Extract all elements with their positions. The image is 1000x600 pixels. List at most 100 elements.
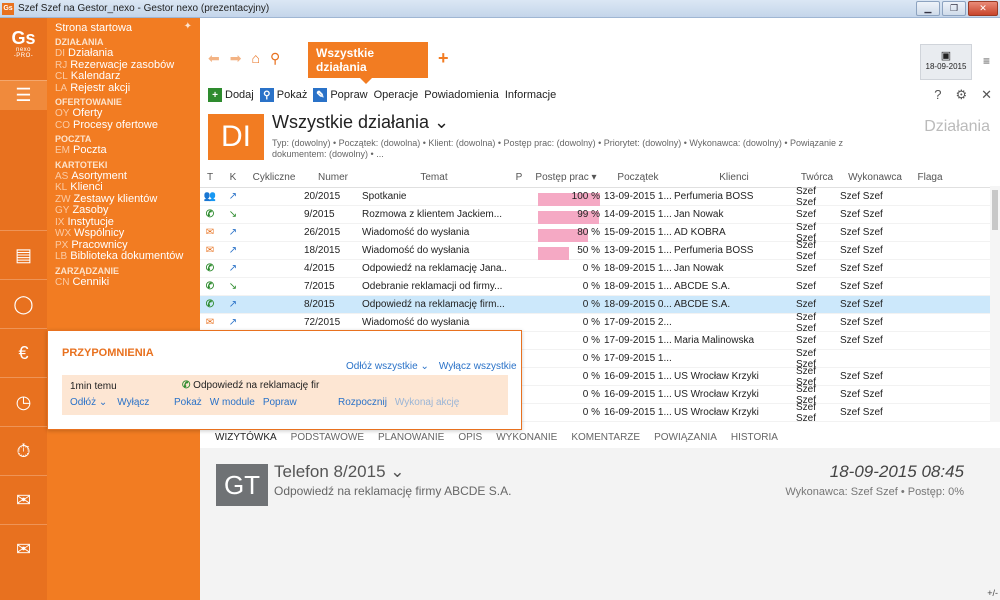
nav-start-page[interactable]: Strona startowa (55, 22, 200, 34)
nav-item-label: Poczta (73, 144, 107, 156)
reminders-title: PRZYPOMNIENIA (62, 347, 154, 359)
nav-item[interactable]: CO Procesy ofertowe (55, 119, 200, 132)
home-icon[interactable]: ⌂ (251, 50, 259, 67)
add-tab-icon[interactable]: + (438, 48, 449, 69)
nav-item[interactable]: CN Cenniki (55, 276, 200, 289)
page-title[interactable]: Wszystkie działania ⌄ (272, 112, 449, 133)
forward-arrow-icon[interactable]: ➡ (230, 50, 242, 67)
detail-tab[interactable]: KOMENTARZE (571, 432, 640, 443)
col-flag[interactable]: Flaga (910, 172, 950, 183)
detail-tab[interactable]: POWIĄZANIA (654, 432, 717, 443)
start-cell: 18-09-2015 1... (604, 263, 672, 274)
detail-tab[interactable]: WYKONANIE (496, 432, 557, 443)
table-row[interactable]: ✆ ↗ 4/2015 Odpowiedź na reklamację Jana... 0… (200, 260, 1000, 278)
table-row[interactable]: ✉ ↗ 26/2015 Wiadomość do wysłania 80 % 15-09-… (200, 222, 1000, 244)
snooze-link[interactable]: Odłóż ⌄ (70, 397, 107, 408)
executor-cell: Szef Szef (840, 317, 883, 328)
do-action-link[interactable]: Wykonaj akcję (395, 397, 459, 408)
mail-icon: ✉ (205, 227, 215, 238)
close-window-button[interactable]: ✕ (968, 1, 998, 16)
in-module-link[interactable]: W module (210, 397, 255, 408)
app-menu-icon[interactable]: ≡ (983, 54, 990, 68)
detail-title[interactable]: Telefon 8/2015 ⌄ (274, 462, 405, 482)
detail-tab[interactable]: WIZYTÓWKA (215, 432, 277, 443)
mail-icon[interactable]: ✉ (0, 524, 47, 573)
detail-tab[interactable]: HISTORIA (731, 432, 778, 443)
notifications-menu[interactable]: Powiadomienia (424, 89, 499, 101)
info-menu[interactable]: Informacje (505, 89, 556, 101)
detail-tab[interactable]: OPIS (458, 432, 482, 443)
detail-tab[interactable]: PLANOWANIE (378, 432, 444, 443)
app-logo: Gs nexo -PRO- (11, 28, 36, 59)
snooze-all-link[interactable]: Odłóż wszystkie ⌄ (346, 361, 429, 372)
check-icon[interactable]: ◯ (0, 279, 47, 328)
show-link[interactable]: Pokaż (174, 397, 202, 408)
documents-icon[interactable]: ▤ (0, 230, 47, 279)
expand-toggle[interactable]: +/- (987, 588, 998, 598)
creator-cell: Szef (796, 299, 817, 310)
help-icon[interactable]: ? (934, 87, 941, 103)
menu-toggle-icon[interactable]: ☰ (0, 80, 47, 110)
client-cell: Jan Nowak (674, 263, 724, 274)
col-executor[interactable]: Wykonawca (838, 172, 910, 183)
col-cyclic[interactable]: Cykliczne (246, 172, 302, 183)
currency-icon[interactable]: € (0, 328, 47, 377)
subject-cell: Wiadomość do wysłania (362, 317, 470, 328)
nav-item-code: LA (55, 82, 68, 94)
progress-cell: 0 % (532, 299, 602, 310)
settings-gear-icon[interactable]: ⚙ (955, 87, 967, 103)
close-tab-icon[interactable]: ✕ (981, 87, 992, 103)
table-row[interactable]: ✆ ↗ 8/2015 Odpowiedź na reklamację firm... 0… (200, 296, 1000, 314)
col-priority[interactable]: P (506, 172, 532, 183)
col-subject[interactable]: Temat (362, 172, 506, 183)
start-cell: 16-09-2015 1... (604, 407, 672, 418)
stopwatch-icon[interactable]: ⏱ (0, 426, 47, 475)
scroll-thumb[interactable] (992, 190, 998, 230)
nav-item[interactable]: LA Rejestr akcji (55, 82, 200, 95)
nav-item-code: OY (55, 108, 70, 119)
date-widget[interactable]: ▣ 18-09-2015 (920, 44, 972, 80)
mail-send-icon[interactable]: ✉ (0, 475, 47, 524)
edit-button[interactable]: ✎ Popraw (313, 88, 368, 102)
table-row[interactable]: ✆ ↘ 9/2015 Rozmowa z klientem Jackiem... 99 … (200, 206, 1000, 224)
disable-link[interactable]: Wyłącz (117, 397, 149, 408)
outgoing-arrow-icon: ↗ (228, 191, 238, 202)
start-link[interactable]: Rozpocznij (338, 397, 387, 408)
operations-menu[interactable]: Operacje (374, 89, 419, 101)
tab-all-actions[interactable]: Wszystkie działania (308, 42, 428, 84)
nav-item-label: Kalendarz (70, 70, 121, 82)
nav-item[interactable]: EM Poczta (55, 144, 200, 157)
creator-cell: Szef (796, 263, 817, 274)
col-clients[interactable]: Klienci (672, 172, 794, 183)
outgoing-arrow-icon: ↗ (228, 245, 238, 256)
col-creator[interactable]: Twórca (794, 172, 838, 183)
table-row[interactable]: ✉ ↗ 18/2015 Wiadomość do wysłania 50 % 13-09-… (200, 240, 1000, 262)
col-direction[interactable]: K (220, 172, 246, 183)
back-arrow-icon[interactable]: ⬅ (208, 50, 220, 67)
col-type[interactable]: T (200, 172, 220, 183)
minimize-button[interactable]: ▁ (916, 1, 940, 16)
nav-item[interactable]: LB Biblioteka dokumentów (55, 250, 200, 263)
detail-tab[interactable]: PODSTAWOWE (291, 432, 364, 443)
calendar-clock-icon[interactable]: ◷ (0, 377, 47, 426)
nav-item-code: CO (55, 119, 70, 131)
table-row[interactable]: ✆ ↘ 7/2015 Odebranie reklamacji od firmy...… (200, 278, 1000, 296)
add-button[interactable]: + Dodaj (208, 88, 254, 102)
table-scrollbar[interactable] (990, 186, 1000, 422)
disable-all-link[interactable]: Wyłącz wszystkie (439, 361, 517, 372)
show-button[interactable]: ⚲ Pokaż (259, 88, 307, 102)
col-progress[interactable]: Postęp prac ▾ (532, 172, 602, 183)
pin-icon[interactable]: ✦ (184, 21, 192, 32)
start-cell: 18-09-2015 1... (604, 281, 672, 292)
number-cell: 9/2015 (304, 209, 335, 220)
outgoing-arrow-icon: ↗ (228, 317, 238, 328)
maximize-button[interactable]: ❐ (942, 1, 966, 16)
col-start[interactable]: Początek (602, 172, 672, 183)
nav-item-label: Biblioteka dokumentów (70, 250, 184, 262)
table-row[interactable]: 👥 ↗ 20/2015 Spotkanie 100 % 13-09-2015 1... Pe… (200, 186, 1000, 208)
edit-link[interactable]: Popraw (263, 397, 297, 408)
filter-summary[interactable]: Typ: (dowolny) • Początek: (dowolna) • K… (272, 138, 852, 160)
search-icon[interactable]: ⚲ (270, 50, 280, 67)
nav-item-code: CN (55, 276, 70, 288)
col-number[interactable]: Numer (302, 172, 362, 183)
